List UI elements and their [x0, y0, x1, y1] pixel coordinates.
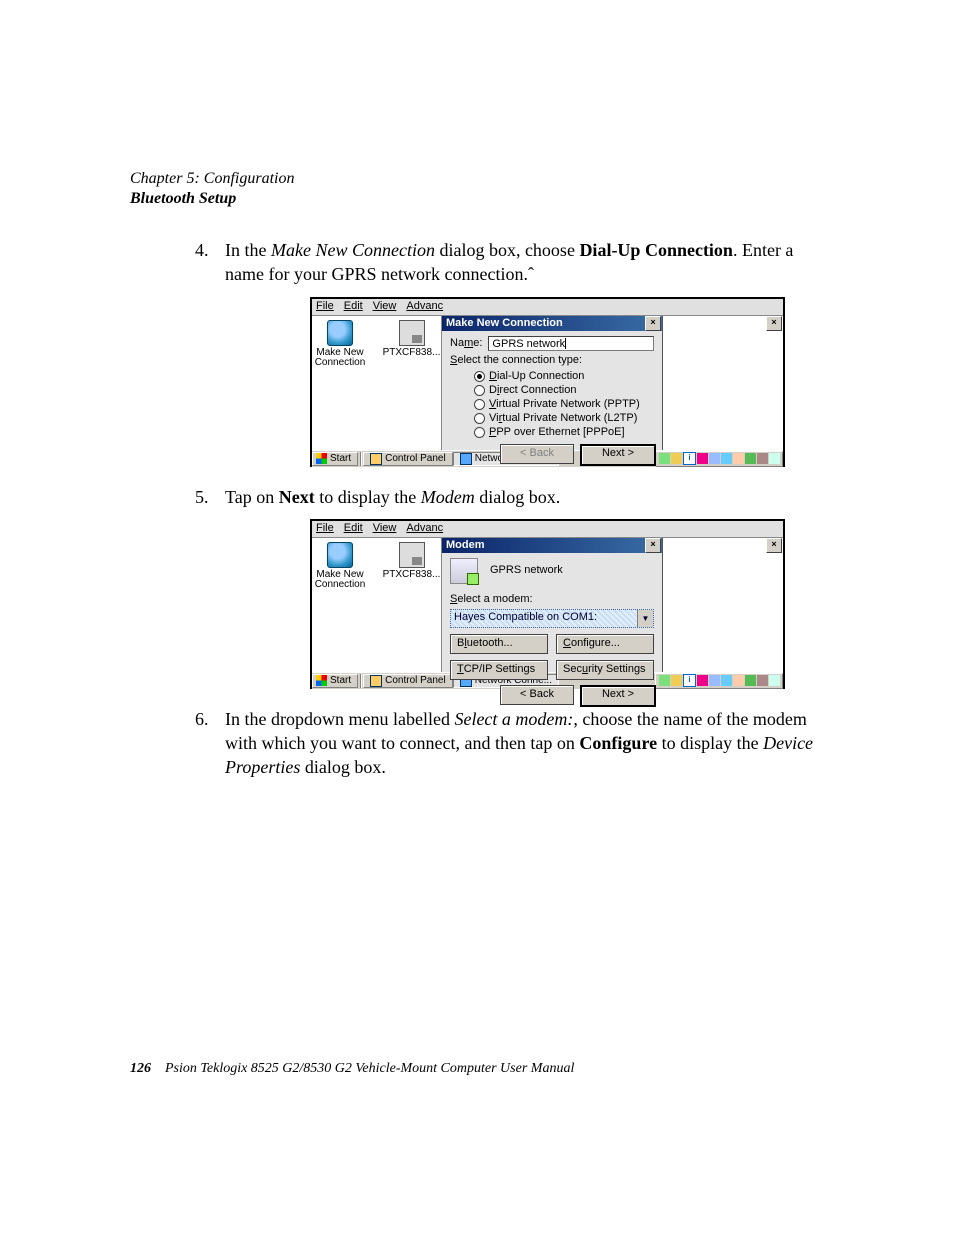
modem-icon: [450, 558, 478, 584]
folder-pane: Make New Connection PTXCF838...: [312, 316, 442, 450]
tray-pen-icon[interactable]: [769, 675, 780, 686]
back-button[interactable]: < Back: [500, 685, 574, 705]
menu-advanced[interactable]: Advanc: [406, 521, 443, 536]
menubar: File Edit View Advanc: [312, 299, 783, 316]
folder-icon: [370, 675, 382, 687]
tray-info-icon[interactable]: i: [683, 674, 696, 687]
dialog-title: Modem: [446, 538, 485, 553]
dialog-title: Make New Connection: [446, 316, 563, 331]
tcpip-settings-button[interactable]: TCP/IP Settings: [450, 660, 548, 680]
icon-ptxcf838[interactable]: PTXCF838...: [384, 542, 439, 581]
tray-icon[interactable]: [745, 453, 756, 464]
dialog-modem: Modem × GPRS network Select a modem:: [442, 538, 662, 672]
close-button-secondary[interactable]: ×: [766, 316, 782, 331]
tray-icon[interactable]: [757, 675, 768, 686]
tray-icon[interactable]: [721, 453, 732, 464]
menu-view[interactable]: View: [373, 299, 397, 314]
step-6: In the dropdown menu labelled Select a m…: [225, 707, 824, 780]
radio-l2tp[interactable]: Virtual Private Network (L2TP): [474, 411, 654, 425]
tray-icon[interactable]: [671, 453, 682, 464]
menu-edit[interactable]: Edit: [344, 299, 363, 314]
close-button-secondary[interactable]: ×: [766, 538, 782, 553]
menu-edit[interactable]: Edit: [344, 521, 363, 536]
windows-logo-icon: [316, 675, 327, 686]
chapter-heading: Chapter 5: Configuration: [130, 170, 824, 188]
close-button[interactable]: ×: [645, 538, 661, 553]
page-footer: 126 Psion Teklogix 8525 G2/8530 G2 Vehic…: [130, 1061, 824, 1077]
task-control-panel[interactable]: Control Panel: [363, 674, 453, 688]
tray-icon[interactable]: [709, 453, 720, 464]
globe-icon: [327, 542, 353, 568]
screenshot-modem: File Edit View Advanc Make New Connectio…: [310, 519, 785, 689]
start-button[interactable]: Start: [312, 674, 358, 688]
folder-icon: [370, 453, 382, 465]
menubar: File Edit View Advanc: [312, 521, 783, 538]
tray-icon[interactable]: [733, 675, 744, 686]
step-5: Tap on Next to display the Modem dialog …: [225, 485, 824, 689]
system-tray: i: [655, 673, 783, 689]
dialog-make-new-connection: Make New Connection × Name: GPRS network…: [442, 316, 662, 450]
windows-logo-icon: [316, 453, 327, 464]
menu-file[interactable]: File: [316, 521, 334, 536]
next-button[interactable]: Next >: [580, 685, 656, 707]
tray-pen-icon[interactable]: [769, 453, 780, 464]
tray-icon[interactable]: [721, 675, 732, 686]
chevron-down-icon: ▼: [637, 610, 653, 627]
select-modem-label: Select a modem:: [450, 592, 654, 607]
folder-pane: Make New Connection PTXCF838...: [312, 538, 442, 672]
bluetooth-button[interactable]: Bluetooth...: [450, 634, 548, 654]
tray-icon[interactable]: [709, 675, 720, 686]
icon-make-new-connection[interactable]: Make New Connection: [314, 320, 366, 369]
menu-advanced[interactable]: Advanc: [406, 299, 443, 314]
section-heading: Bluetooth Setup: [130, 190, 824, 208]
select-type-label: Select the connection type:: [450, 353, 654, 368]
manual-title: Psion Teklogix 8525 G2/8530 G2 Vehicle-M…: [165, 1061, 574, 1077]
right-pane: ×: [662, 538, 783, 672]
name-input[interactable]: GPRS network: [488, 336, 654, 351]
modem-dropdown[interactable]: Hayes Compatible on COM1: ▼: [450, 609, 654, 628]
page-number: 126: [130, 1061, 151, 1077]
radio-dialup[interactable]: Dial-Up Connection: [474, 369, 654, 383]
radio-pppoe[interactable]: PPP over Ethernet [PPPoE]: [474, 425, 654, 439]
icon-make-new-connection[interactable]: Make New Connection: [314, 542, 366, 591]
menu-view[interactable]: View: [373, 521, 397, 536]
menu-file[interactable]: File: [316, 299, 334, 314]
tray-icon[interactable]: [745, 675, 756, 686]
radio-pptp[interactable]: Virtual Private Network (PPTP): [474, 397, 654, 411]
step-4: In the Make New Connection dialog box, c…: [225, 238, 824, 467]
tray-icon[interactable]: [697, 453, 708, 464]
tray-icon[interactable]: [697, 675, 708, 686]
task-control-panel[interactable]: Control Panel: [363, 452, 453, 466]
radio-direct[interactable]: Direct Connection: [474, 383, 654, 397]
next-button[interactable]: Next >: [580, 444, 656, 466]
tray-icon[interactable]: [671, 675, 682, 686]
pc-icon: [399, 542, 425, 568]
security-settings-button[interactable]: Security Settings: [556, 660, 654, 680]
system-tray: i: [655, 451, 783, 467]
configure-button[interactable]: Configure...: [556, 634, 654, 654]
name-label: Name:: [450, 336, 482, 351]
connection-name: GPRS network: [490, 563, 563, 578]
tray-icon[interactable]: [757, 453, 768, 464]
globe-icon: [327, 320, 353, 346]
icon-ptxcf838[interactable]: PTXCF838...: [384, 320, 439, 359]
start-button[interactable]: Start: [312, 452, 358, 466]
pc-icon: [399, 320, 425, 346]
back-button: < Back: [500, 444, 574, 464]
screenshot-make-new-connection: File Edit View Advanc Make New Connectio…: [310, 297, 785, 467]
close-button[interactable]: ×: [645, 316, 661, 331]
tray-info-icon[interactable]: i: [683, 452, 696, 465]
tray-icon[interactable]: [733, 453, 744, 464]
right-pane: ×: [662, 316, 783, 450]
